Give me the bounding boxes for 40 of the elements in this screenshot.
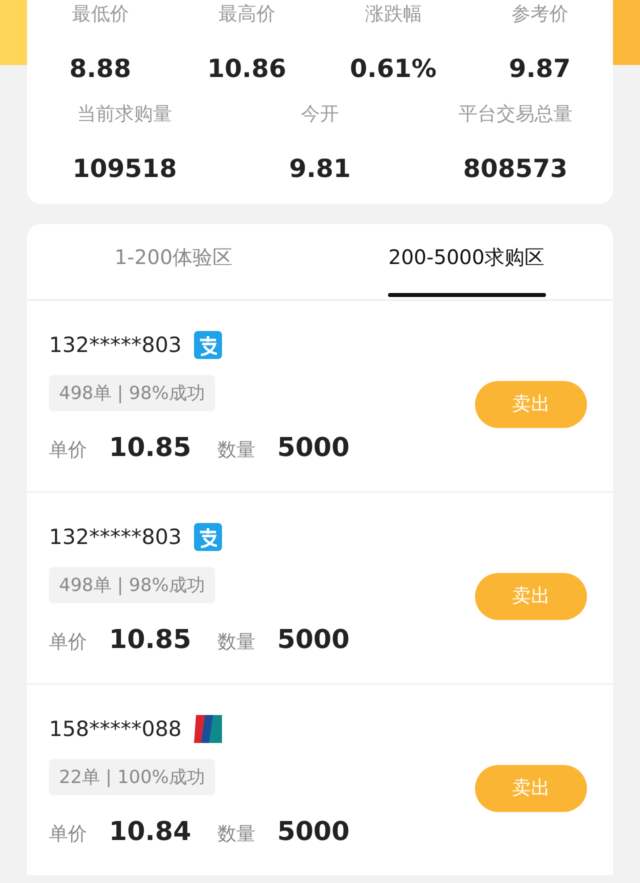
user-phone: 158*****088 xyxy=(49,717,182,741)
quantity-label: 数量 xyxy=(217,438,256,463)
stat-value: 808573 xyxy=(462,154,568,184)
user-phone: 132*****803 xyxy=(49,333,182,357)
stat-label: 最低价 xyxy=(70,2,130,26)
tab[interactable]: 200-5000求购区 xyxy=(320,224,613,299)
quantity-value: 5000 xyxy=(277,625,350,655)
order-record: 498单 | 98%成功 xyxy=(49,567,215,603)
sell-button[interactable]: 卖出 xyxy=(475,764,587,812)
alipay-icon xyxy=(194,331,222,359)
stat-label: 当前求购量 xyxy=(76,102,174,126)
stat-label: 最高价 xyxy=(217,2,276,26)
quantity-label: 数量 xyxy=(217,822,256,847)
stat-value: 109518 xyxy=(71,154,178,184)
price-label: 单价 xyxy=(49,822,87,847)
quantity-value: 5000 xyxy=(277,817,350,847)
stat-value: 9.87 xyxy=(508,54,572,84)
sell-button[interactable]: 卖出 xyxy=(475,572,587,620)
price-value: 10.84 xyxy=(109,817,192,847)
card-icon xyxy=(194,715,222,743)
stat-label: 涨跌幅 xyxy=(364,2,423,26)
sell-button[interactable]: 卖出 xyxy=(475,380,587,428)
tab[interactable]: 1-200体验区 xyxy=(27,224,320,299)
stat-value: 8.88 xyxy=(68,54,132,84)
quantity-value: 5000 xyxy=(277,433,350,463)
stat-value: 10.86 xyxy=(206,54,288,84)
stat-label: 参考价 xyxy=(510,2,570,26)
alipay-icon xyxy=(194,523,222,551)
stat-value: 9.81 xyxy=(288,154,352,184)
price-label: 单价 xyxy=(49,438,87,463)
quantity-label: 数量 xyxy=(217,630,256,655)
price-label: 单价 xyxy=(49,630,87,655)
order-record: 498单 | 98%成功 xyxy=(49,375,215,411)
price-value: 10.85 xyxy=(109,625,192,655)
price-value: 10.85 xyxy=(109,433,192,463)
user-phone: 132*****803 xyxy=(49,525,182,549)
stat-value: 0.61% xyxy=(348,54,438,84)
stat-label: 今开 xyxy=(300,102,340,126)
order-record: 22单 | 100%成功 xyxy=(49,759,215,795)
stat-label: 平台交易总量 xyxy=(457,102,574,126)
